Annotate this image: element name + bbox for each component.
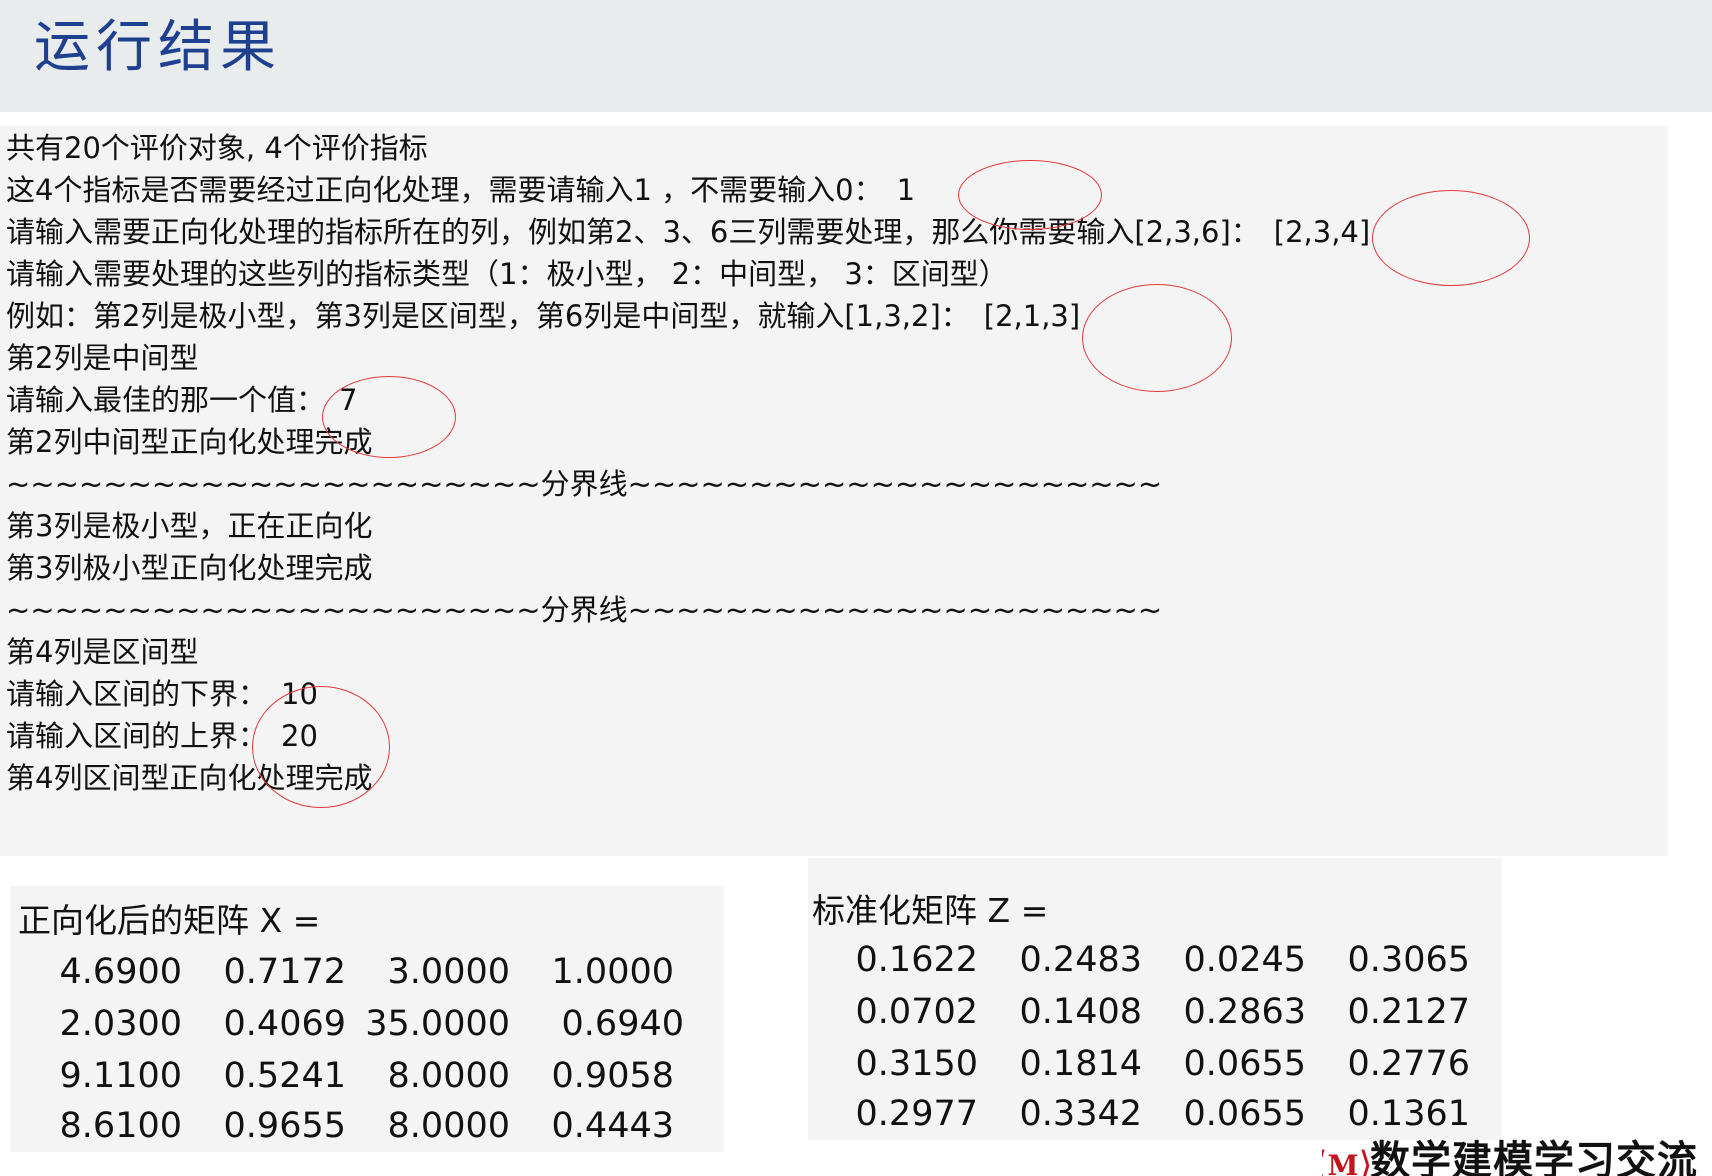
matrix-cell: 0.6940: [561, 1004, 684, 1044]
page-title: 运行结果: [34, 15, 282, 80]
console-line: 这4个指标是否需要经过正向化处理，需要请输入1 ，不需要输入0： 1: [6, 173, 916, 207]
matrix-cell: 8.0000: [387, 1106, 510, 1146]
matrix-cell: 0.5241: [223, 1056, 346, 1096]
annotation-circle: [1082, 284, 1232, 392]
separator-line: ~~~~~~~~~~~~~~~~~~~~~~分界线~~~~~~~~~~~~~~~…: [6, 593, 1163, 627]
console-line: 第2列是中间型: [6, 341, 199, 375]
matrix-cell: 3.0000: [387, 952, 510, 992]
console-line: 第3列是极小型，正在正向化: [6, 509, 373, 543]
matrix-cell: 0.3342: [1019, 1094, 1142, 1134]
matrix-cell: 0.9058: [551, 1056, 674, 1096]
matrix-cell: 0.0245: [1183, 940, 1306, 980]
matrix-cell: 0.2977: [855, 1094, 978, 1134]
matrix-cell: 0.4443: [551, 1106, 674, 1146]
matrix-cell: 35.0000: [365, 1004, 510, 1044]
matrix-cell: 0.2483: [1019, 940, 1142, 980]
console-line: 第2列中间型正向化处理完成: [6, 425, 373, 459]
annotation-circle: [322, 376, 456, 458]
console-answer: 1: [896, 173, 916, 207]
matrix-cell: 0.2127: [1347, 992, 1470, 1032]
matrix-cell: 0.4069: [223, 1004, 346, 1044]
matrix-cell: 0.1814: [1019, 1044, 1142, 1084]
annotation-circle: [252, 686, 390, 808]
matrix-cell: 8.0000: [387, 1056, 510, 1096]
console-line: 请输入需要正向化处理的指标所在的列，例如第2、3、6三列需要处理，那么你需要输入…: [6, 215, 1371, 249]
matrix-x-panel: 正向化后的矩阵 X = 4.6900 0.7172 3.0000 1.0000 …: [10, 886, 724, 1152]
annotation-circle: [1372, 190, 1530, 286]
console-line: 请输入最佳的那一个值： 7: [6, 383, 358, 417]
matrix-z-panel: 标准化矩阵 Z = 0.1622 0.2483 0.0245 0.3065 0.…: [808, 858, 1502, 1140]
console-answer: [2,1,3]: [983, 299, 1081, 333]
matrix-cell: 0.2776: [1347, 1044, 1470, 1084]
matrix-cell: 0.2863: [1183, 992, 1306, 1032]
matrix-cell: 8.6100: [59, 1106, 182, 1146]
matrix-cell: 0.1622: [855, 940, 978, 980]
matrix-cell: 0.0702: [855, 992, 978, 1032]
matrix-cell: 0.0655: [1183, 1044, 1306, 1084]
console-line: 第3列极小型正向化处理完成: [6, 551, 373, 585]
matrix-cell: 4.6900: [59, 952, 182, 992]
annotation-circle: [958, 160, 1102, 230]
matrix-cell: 2.0300: [59, 1004, 182, 1044]
console-line: 例如：第2列是极小型，第3列是区间型，第6列是中间型，就输入[1,3,2]： [2…: [6, 299, 1081, 333]
matrix-cell: 0.3065: [1347, 940, 1470, 980]
brand-name: 数学建模学习交流: [1370, 1138, 1698, 1176]
matrix-cell: 1.0000: [551, 952, 674, 992]
matrix-cell: 0.7172: [223, 952, 346, 992]
matrix-z-title: 标准化矩阵 Z =: [812, 891, 1049, 930]
matrix-cell: 9.1100: [59, 1056, 182, 1096]
matrix-cell: 0.9655: [223, 1106, 346, 1146]
brand-watermark: ⟨M⟩ 数学建模学习交流: [1322, 1130, 1698, 1176]
brand-logo-icon: ⟨M⟩: [1322, 1144, 1373, 1176]
matrix-cell: 0.1408: [1019, 992, 1142, 1032]
console-line: 第4列是区间型: [6, 635, 199, 669]
console-answer: [2,3,4]: [1273, 215, 1371, 249]
separator-line: ~~~~~~~~~~~~~~~~~~~~~~分界线~~~~~~~~~~~~~~~…: [6, 467, 1163, 501]
matrix-cell: 0.3150: [855, 1044, 978, 1084]
console-line: 请输入需要处理的这些列的指标类型（1：极小型， 2：中间型， 3：区间型）: [6, 257, 1008, 291]
matrix-x-title: 正向化后的矩阵 X =: [18, 901, 321, 940]
matrix-cell: 0.0655: [1183, 1094, 1306, 1134]
console-line: 共有20个评价对象, 4个评价指标: [6, 131, 428, 165]
slide-header: 运行结果: [0, 0, 1712, 112]
